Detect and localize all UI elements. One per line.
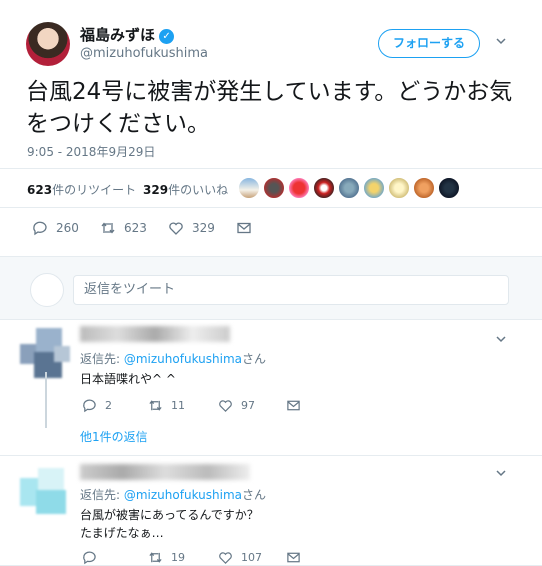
avatar[interactable] [338, 177, 360, 199]
reply-text-line: たまげたなぁ… [80, 526, 164, 540]
avatar[interactable] [363, 177, 385, 199]
tweet-stats: 623件のリツイート 329件のいいね [0, 168, 542, 208]
reply-button[interactable] [82, 550, 97, 565]
retweet-icon [149, 552, 162, 563]
thread-line [45, 372, 47, 428]
reply-icon [83, 551, 96, 565]
verified-icon: ✓ [159, 29, 175, 44]
heart-icon [219, 552, 232, 564]
retweet-icon [149, 400, 162, 411]
direct-message-button[interactable] [286, 550, 301, 565]
chevron-down-icon[interactable] [496, 36, 506, 46]
avatar[interactable] [238, 177, 260, 199]
like-button[interactable]: 107 [218, 550, 262, 565]
reply-tweet[interactable]: 返信先: @mizuhofukushimaさん 台風が被害にあってるんですか？ … [0, 456, 542, 566]
reply-input[interactable]: 返信をツイート [73, 275, 509, 305]
envelope-icon [287, 552, 300, 563]
avatar[interactable] [388, 177, 410, 199]
display-name[interactable]: 福島みずほ ✓ [80, 24, 175, 45]
reply-icon [83, 399, 96, 413]
reply-icon [33, 221, 47, 236]
avatar[interactable] [20, 468, 70, 518]
avatar[interactable] [263, 177, 285, 199]
avatar[interactable] [288, 177, 310, 199]
envelope-icon [287, 400, 300, 411]
retweet-button[interactable]: 623 [100, 220, 147, 236]
timestamp[interactable]: 9:05 - 2018年9月29日 [27, 143, 155, 160]
main-tweet: 福島みずほ ✓ @mizuhofukushima フォローする 台風24号に被害が… [0, 0, 542, 256]
chevron-down-icon[interactable] [496, 334, 506, 344]
direct-message-button[interactable] [236, 220, 252, 236]
tweet-text: 台風24号に被害が発生しています。どうかお気をつけください。 [26, 79, 513, 137]
chevron-down-icon[interactable] [496, 468, 506, 478]
avatar[interactable] [20, 328, 70, 378]
avatar[interactable] [438, 177, 460, 199]
avatar[interactable] [30, 273, 64, 307]
reply-text-line: 台風が被害にあってるんですか？ [80, 508, 259, 522]
retweets-stat[interactable]: 623件のリツイート [27, 181, 136, 198]
like-button[interactable]: 329 [168, 220, 215, 236]
follow-button[interactable]: フォローする [378, 29, 480, 58]
reply-button[interactable]: 2 [82, 398, 112, 413]
tweet-actions: 260 623 329 [0, 214, 542, 244]
retweet-button[interactable]: 19 [148, 550, 185, 565]
handle[interactable]: @mizuhofukushima [80, 46, 208, 61]
like-button[interactable]: 97 [218, 398, 255, 413]
mention-link[interactable]: @mizuhofukushima [124, 352, 242, 366]
reply-actions: 2 11 97 [80, 398, 340, 416]
reply-text: 日本語喋れや^ ^ [80, 372, 176, 386]
reply-composer: 返信をツイート [0, 256, 542, 320]
reply-to: 返信先: @mizuhofukushimaさん [80, 352, 266, 366]
mention-link[interactable]: @mizuhofukushima [124, 488, 242, 502]
reply-button[interactable]: 260 [32, 220, 79, 236]
likes-stat[interactable]: 329件のいいね [143, 181, 228, 198]
heart-icon [219, 400, 232, 412]
avatar[interactable] [313, 177, 335, 199]
display-name[interactable] [80, 464, 250, 480]
avatar[interactable] [413, 177, 435, 199]
direct-message-button[interactable] [286, 398, 301, 413]
display-name[interactable] [80, 326, 230, 342]
envelope-icon [237, 222, 251, 234]
more-replies-link[interactable]: 他1件の返信 [80, 428, 148, 445]
retweet-button[interactable]: 11 [148, 398, 185, 413]
heart-icon [169, 222, 183, 235]
retweet-icon [101, 222, 115, 234]
reply-to: 返信先: @mizuhofukushimaさん [80, 488, 266, 502]
avatar[interactable] [26, 22, 70, 66]
reply-actions: 19 107 [80, 550, 340, 566]
